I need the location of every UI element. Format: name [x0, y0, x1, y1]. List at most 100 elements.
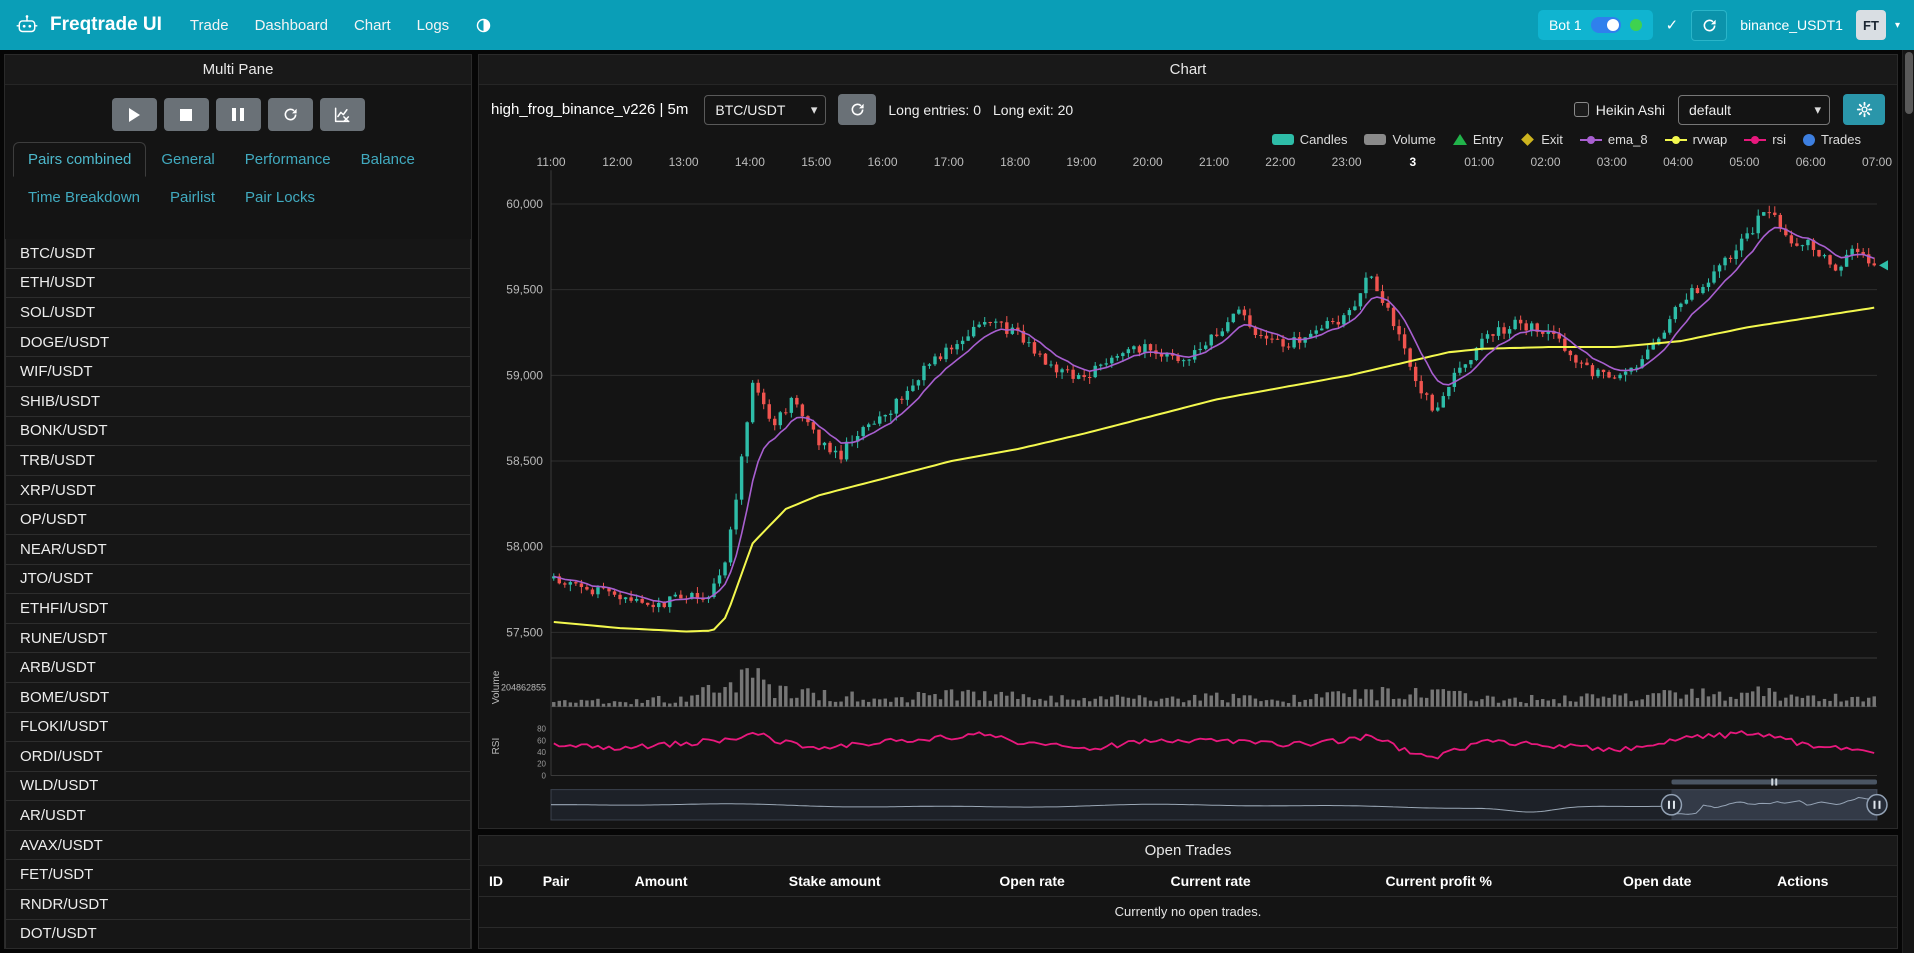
pair-list-item[interactable]: XRP/USDT [5, 475, 471, 506]
svg-text:58,500: 58,500 [506, 454, 543, 468]
plot-config-select[interactable]: default [1678, 95, 1830, 125]
pair-list-item[interactable]: ARB/USDT [5, 652, 471, 683]
pair-list-item[interactable]: SOL/USDT [5, 297, 471, 328]
trades-column-header: Current rate [1163, 866, 1378, 896]
svg-text:58,000: 58,000 [506, 540, 543, 554]
legend-item[interactable]: Exit [1520, 132, 1563, 147]
chart-area[interactable]: 60,00059,50059,00058,50058,00057,50011:0… [479, 150, 1897, 828]
pair-list-item[interactable]: NEAR/USDT [5, 534, 471, 565]
svg-text:40: 40 [537, 748, 546, 757]
nav-item[interactable]: Trade [190, 17, 229, 34]
tab[interactable]: Performance [230, 142, 346, 177]
legend-item[interactable]: Candles [1272, 132, 1348, 147]
svg-text:16:00: 16:00 [867, 155, 897, 169]
right-column: Chart high_frog_binance_v226 | 5m BTC/US… [478, 54, 1898, 949]
nav-item[interactable]: Dashboard [255, 17, 328, 34]
legend-item[interactable]: rvwap [1665, 132, 1728, 147]
pair-list-item[interactable]: BTC/USDT [5, 239, 471, 269]
navbar-right: Bot 1 ✓ binance_USDT1 FT ▾ [1538, 10, 1900, 41]
pair-list-item[interactable]: TRB/USDT [5, 445, 471, 476]
pair-list-item[interactable]: FLOKI/USDT [5, 712, 471, 743]
stop-icon [180, 109, 192, 121]
pair-list-item[interactable]: WIF/USDT [5, 356, 471, 387]
svg-text:03:00: 03:00 [1597, 155, 1627, 169]
legend-item[interactable]: Entry [1453, 132, 1503, 147]
theme-toggle-icon[interactable] [475, 17, 492, 34]
pair-list-item[interactable]: BONK/USDT [5, 416, 471, 447]
pair-list-item[interactable]: OP/USDT [5, 504, 471, 535]
tab[interactable]: Time Breakdown [13, 180, 155, 215]
pair-list-item[interactable]: BOME/USDT [5, 682, 471, 713]
chart-legend: Candles Volume Entry Exit [479, 129, 1897, 150]
svg-text:59,000: 59,000 [506, 368, 543, 382]
chart-controls: high_frog_binance_v226 | 5m BTC/USDT Lon… [479, 85, 1897, 129]
clear-chart-icon [333, 106, 351, 124]
nav-item[interactable]: Chart [354, 17, 391, 34]
svg-text:01:00: 01:00 [1464, 155, 1494, 169]
legend-item[interactable]: Volume [1364, 132, 1435, 147]
bot-toggle[interactable] [1591, 17, 1621, 33]
long-entries-label: Long entries: 0 [888, 102, 981, 118]
legend-item[interactable]: Trades [1803, 132, 1861, 147]
pair-list: BTC/USDTETH/USDTSOL/USDTDOGE/USDTWIF/USD… [5, 239, 471, 948]
trades-column-header: Open date [1615, 866, 1769, 896]
page-scrollbar[interactable] [1902, 50, 1914, 953]
reload-bot-button[interactable] [1691, 10, 1727, 41]
pair-list-item[interactable]: ETHFI/USDT [5, 593, 471, 624]
scrollbar-thumb[interactable] [1905, 52, 1913, 114]
pair-list-item[interactable]: DOGE/USDT [5, 327, 471, 358]
svg-text:02:00: 02:00 [1530, 155, 1560, 169]
pair-list-item[interactable]: ETH/USDT [5, 268, 471, 299]
heikin-ashi-toggle[interactable]: Heikin Ashi [1574, 102, 1665, 118]
svg-text:204862855: 204862855 [501, 682, 546, 692]
stop-button[interactable] [164, 98, 209, 131]
svg-text:3: 3 [1410, 155, 1417, 169]
bot-selector[interactable]: Bot 1 [1538, 10, 1653, 40]
svg-text:13:00: 13:00 [669, 155, 699, 169]
pair-list-item[interactable]: WLD/USDT [5, 771, 471, 802]
trades-column-header: Actions [1769, 866, 1895, 896]
svg-text:Volume: Volume [491, 670, 502, 704]
pair-list-item[interactable]: ORDI/USDT [5, 741, 471, 772]
tab[interactable]: Balance [346, 142, 430, 177]
svg-text:20:00: 20:00 [1133, 155, 1163, 169]
pair-list-item[interactable]: SHIB/USDT [5, 386, 471, 417]
main-layout: Multi Pane Pairs combinedGeneralPerforma… [0, 50, 1914, 949]
refresh-button[interactable] [268, 98, 313, 131]
avatar-caret-icon[interactable]: ▾ [1895, 20, 1900, 31]
svg-text:59,500: 59,500 [506, 283, 543, 297]
bot-badge-label: Bot 1 [1549, 17, 1582, 33]
pair-list-item[interactable]: RNDR/USDT [5, 889, 471, 920]
heikin-ashi-checkbox[interactable] [1574, 102, 1589, 117]
tab[interactable]: General [146, 142, 229, 177]
legend-item[interactable]: rsi [1744, 132, 1786, 147]
strategy-label: high_frog_binance_v226 | 5m [491, 101, 688, 118]
freqtrade-logo-icon [14, 12, 40, 38]
trades-column-header: Amount [627, 866, 781, 896]
avatar[interactable]: FT [1856, 10, 1886, 40]
tab[interactable]: Pairs combined [13, 142, 146, 177]
pair-list-item[interactable]: AVAX/USDT [5, 830, 471, 861]
pair-list-item[interactable]: DOT/USDT [5, 919, 471, 948]
tab[interactable]: Pair Locks [230, 180, 330, 215]
svg-text:20: 20 [537, 760, 546, 769]
legend-marker-icon [1580, 139, 1602, 141]
chart-refresh-button[interactable] [838, 94, 876, 125]
pair-list-item[interactable]: JTO/USDT [5, 564, 471, 595]
pair-select[interactable]: BTC/USDT [704, 95, 826, 125]
play-button[interactable] [112, 98, 157, 131]
plot-settings-button[interactable] [1843, 94, 1885, 125]
clear-chart-button[interactable] [320, 98, 365, 131]
pause-button[interactable] [216, 98, 261, 131]
pair-list-item[interactable]: FET/USDT [5, 859, 471, 890]
pair-list-item[interactable]: RUNE/USDT [5, 623, 471, 654]
legend-item[interactable]: ema_8 [1580, 132, 1648, 147]
pane-controls [5, 85, 471, 136]
tab[interactable]: Pairlist [155, 180, 230, 215]
multi-pane-panel: Multi Pane Pairs combinedGeneralPerforma… [4, 54, 472, 949]
pair-list-item[interactable]: AR/USDT [5, 800, 471, 831]
long-exit-label: Long exit: 20 [993, 102, 1073, 118]
svg-text:60: 60 [537, 736, 546, 745]
trades-column-header: Pair [535, 866, 627, 896]
nav-item[interactable]: Logs [417, 17, 450, 34]
